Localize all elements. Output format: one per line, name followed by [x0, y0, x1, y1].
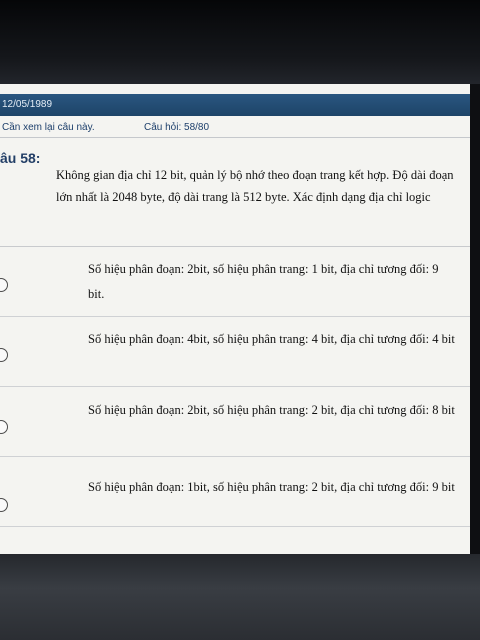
question-text: Không gian địa chỉ 12 bit, quản lý bộ nh… — [56, 168, 454, 204]
answer-option-text: Số hiệu phân đoạn: 1bit, số hiệu phân tr… — [88, 480, 455, 494]
monitor-bezel-top — [0, 0, 480, 84]
answer-option-text: Số hiệu phân đoạn: 2bit, số hiệu phân tr… — [88, 262, 439, 301]
date-bar: 12/05/1989 — [0, 94, 470, 116]
date-label: 12/05/1989 — [2, 99, 53, 110]
answer-option-4[interactable]: Số hiệu phân đoạn: 1bit, số hiệu phân tr… — [0, 457, 470, 527]
monitor-bezel-bottom — [0, 554, 480, 640]
answer-option-text: Số hiệu phân đoạn: 4bit, số hiệu phân tr… — [88, 332, 455, 346]
radio-button-1[interactable] — [0, 278, 8, 292]
answer-option-3[interactable]: Số hiệu phân đoạn: 2bit, số hiệu phân tr… — [0, 387, 470, 457]
answer-option-1[interactable]: Số hiệu phân đoạn: 2bit, số hiệu phân tr… — [0, 247, 470, 317]
radio-button-3[interactable] — [0, 420, 8, 434]
question-progress: Câu hỏi: 58/80 — [144, 122, 210, 133]
review-later-link[interactable]: Cần xem lại câu này. — [2, 119, 95, 137]
question-number: âu 58: — [0, 150, 41, 166]
radio-button-4[interactable] — [0, 498, 8, 512]
question-info-bar: Cần xem lại câu này. Câu hỏi: 58/80 — [0, 119, 470, 138]
answer-option-2[interactable]: Số hiệu phân đoạn: 4bit, số hiệu phân tr… — [0, 317, 470, 387]
quiz-screen: 12/05/1989 Cần xem lại câu này. Câu hỏi:… — [0, 84, 470, 554]
radio-button-2[interactable] — [0, 348, 8, 362]
monitor-bezel-right — [470, 84, 480, 554]
answer-option-text: Số hiệu phân đoạn: 2bit, số hiệu phân tr… — [88, 403, 455, 417]
